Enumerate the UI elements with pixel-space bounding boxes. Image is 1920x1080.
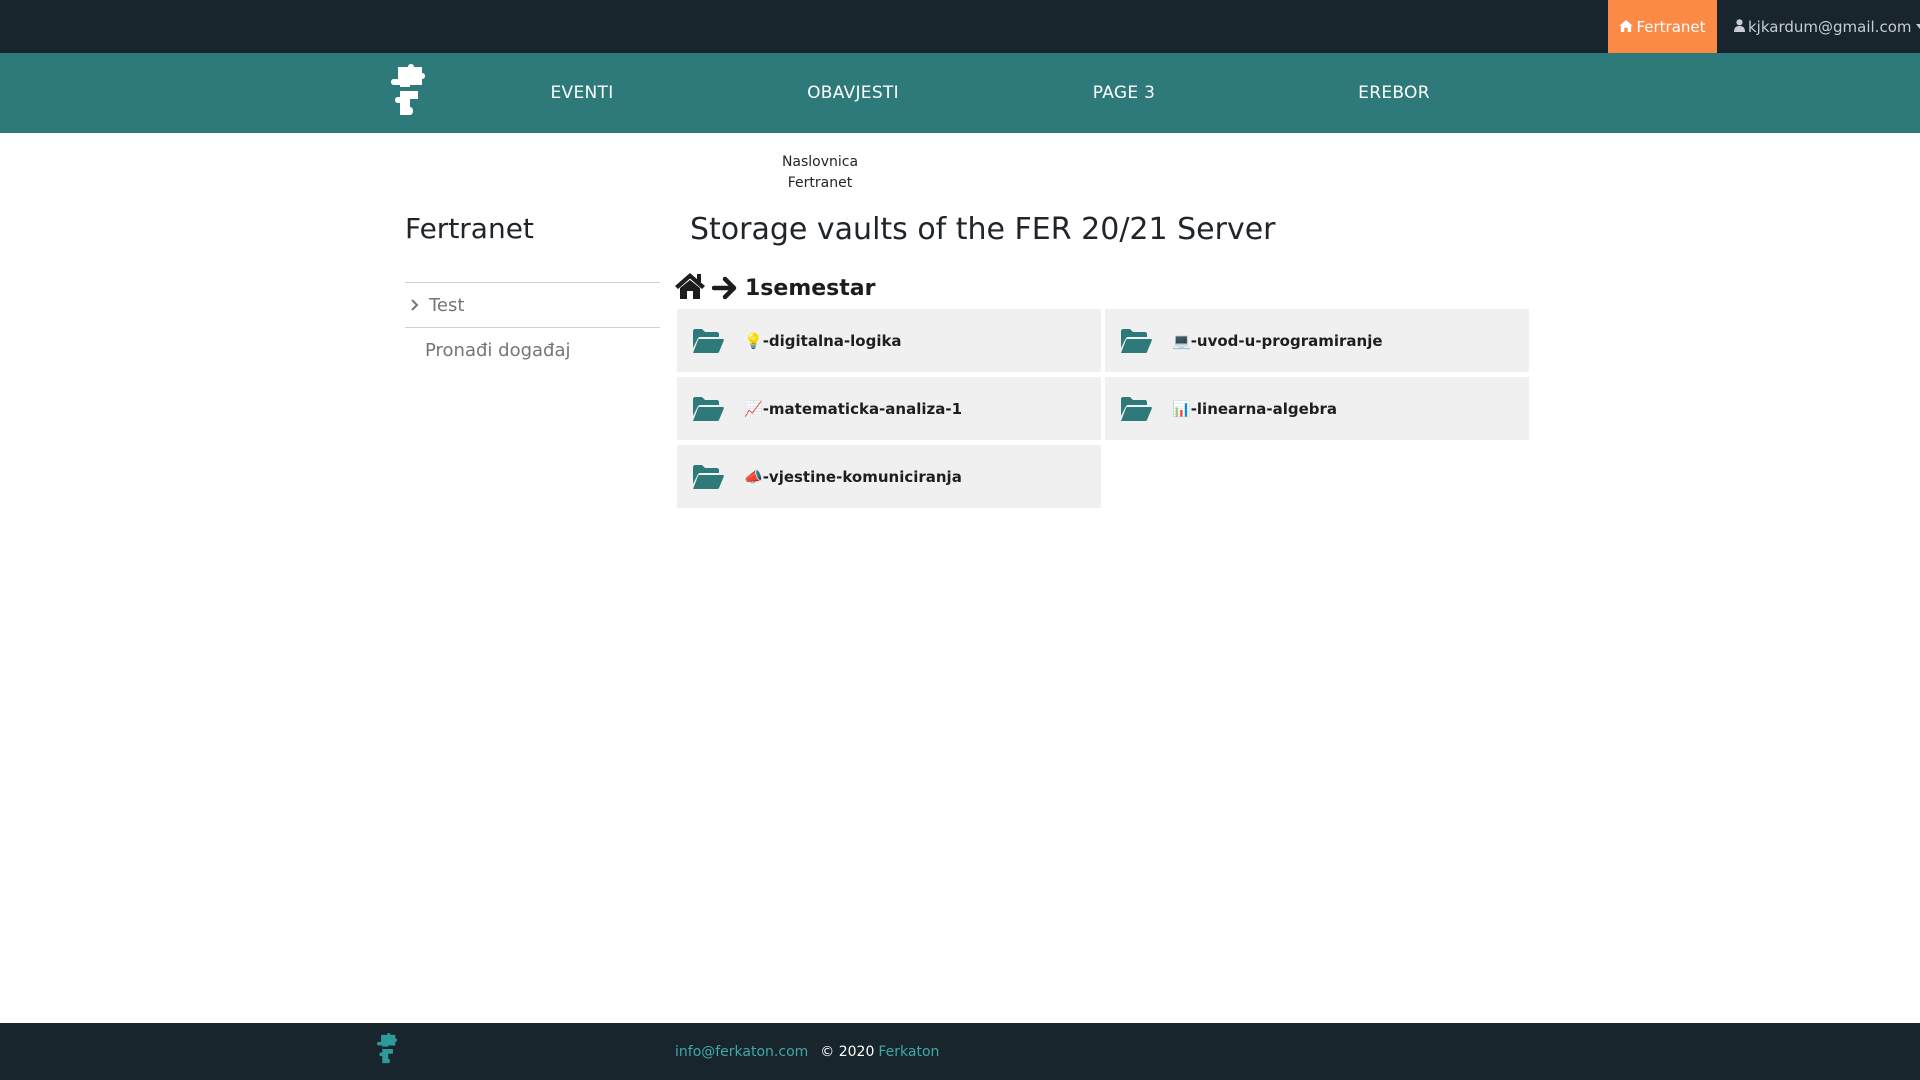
chevron-right-icon xyxy=(405,299,429,311)
breadcrumb-fertranet[interactable]: Fertranet xyxy=(720,173,920,194)
breadcrumb: Naslovnica Fertranet xyxy=(720,152,920,194)
folder-name: 📣-vjestine-komuniciranja xyxy=(744,468,962,486)
folder-emoji: 💻 xyxy=(1172,331,1191,350)
page: Fertranet kjkardum@gmail.com EVENTI OBAV… xyxy=(0,0,1920,1080)
sidebar-item-test-label: Test xyxy=(429,294,465,316)
folder-label: -uvod-u-programiranje xyxy=(1190,331,1383,350)
sidebar-item-pronadi-dogadaj[interactable]: Pronađi događaj xyxy=(425,329,571,371)
home-icon xyxy=(1619,18,1636,36)
folder-name: 💻-uvod-u-programiranje xyxy=(1172,332,1383,350)
folder-emoji: 📣 xyxy=(744,467,763,486)
current-folder-name: 1semestar xyxy=(745,275,876,301)
fertranet-home-button[interactable]: Fertranet xyxy=(1608,0,1717,53)
footer: info@ferkaton.com © 2020 Ferkaton xyxy=(0,1023,1920,1080)
folder-item[interactable]: 📣-vjestine-komuniciranja xyxy=(677,445,1101,508)
folder-open-icon xyxy=(1120,396,1152,421)
footer-copyright: © 2020 xyxy=(820,1043,875,1060)
folder-open-icon xyxy=(692,328,724,353)
caret-down-icon xyxy=(1916,24,1920,29)
folder-item[interactable]: 💡-digitalna-logika xyxy=(677,309,1101,372)
user-icon xyxy=(1734,18,1748,36)
puzzle-logo-icon[interactable] xyxy=(386,63,430,119)
home-icon xyxy=(674,272,706,304)
folder-emoji: 📈 xyxy=(744,399,763,418)
top-bar: Fertranet kjkardum@gmail.com xyxy=(0,0,1920,53)
folder-grid: 💡-digitalna-logika 💻-uvod-u-programiranj… xyxy=(677,309,1529,508)
folder-name: 💡-digitalna-logika xyxy=(744,332,902,350)
arrow-right-icon xyxy=(712,276,738,300)
nav-erebor[interactable]: EREBOR xyxy=(1358,53,1430,133)
footer-brand-link[interactable]: Ferkaton xyxy=(878,1044,939,1060)
nav-obavjesti[interactable]: OBAVJESTI xyxy=(807,53,899,133)
footer-text: info@ferkaton.com © 2020 Ferkaton xyxy=(675,1023,939,1080)
home-folder-button[interactable] xyxy=(674,272,706,304)
page-title: Storage vaults of the FER 20/21 Server xyxy=(690,212,1276,247)
nav-eventi[interactable]: EVENTI xyxy=(550,53,613,133)
folder-emoji: 💡 xyxy=(744,331,763,350)
folder-label: -matematicka-analiza-1 xyxy=(762,399,963,418)
user-email: kjkardum@gmail.com xyxy=(1748,17,1912,36)
sidebar-title: Fertranet xyxy=(405,212,534,245)
folder-label: -digitalna-logika xyxy=(762,331,902,350)
sidebar-divider xyxy=(405,282,660,283)
user-menu-dropdown[interactable]: kjkardum@gmail.com xyxy=(1734,0,1920,53)
folder-path: 1semestar xyxy=(674,271,875,305)
breadcrumb-naslovnica[interactable]: Naslovnica xyxy=(720,152,920,173)
puzzle-logo-icon[interactable] xyxy=(374,1032,400,1066)
folder-open-icon xyxy=(1120,328,1152,353)
folder-item[interactable]: 📊-linearna-algebra xyxy=(1105,377,1529,440)
folder-open-icon xyxy=(692,396,724,421)
folder-name: 📈-matematicka-analiza-1 xyxy=(744,400,962,418)
sidebar-item-test[interactable]: Test xyxy=(405,284,660,326)
folder-label: -vjestine-komuniciranja xyxy=(762,467,962,486)
folder-item[interactable]: 📈-matematicka-analiza-1 xyxy=(677,377,1101,440)
fertranet-home-label: Fertranet xyxy=(1636,17,1706,36)
folder-label: -linearna-algebra xyxy=(1190,399,1338,418)
footer-email-link[interactable]: info@ferkaton.com xyxy=(675,1044,808,1060)
main-navbar: EVENTI OBAVJESTI PAGE 3 EREBOR xyxy=(0,53,1920,133)
folder-name: 📊-linearna-algebra xyxy=(1172,400,1337,418)
nav-page-3[interactable]: PAGE 3 xyxy=(1093,53,1155,133)
folder-item[interactable]: 💻-uvod-u-programiranje xyxy=(1105,309,1529,372)
sidebar-divider xyxy=(405,327,660,328)
folder-open-icon xyxy=(692,464,724,489)
folder-emoji: 📊 xyxy=(1172,399,1191,418)
